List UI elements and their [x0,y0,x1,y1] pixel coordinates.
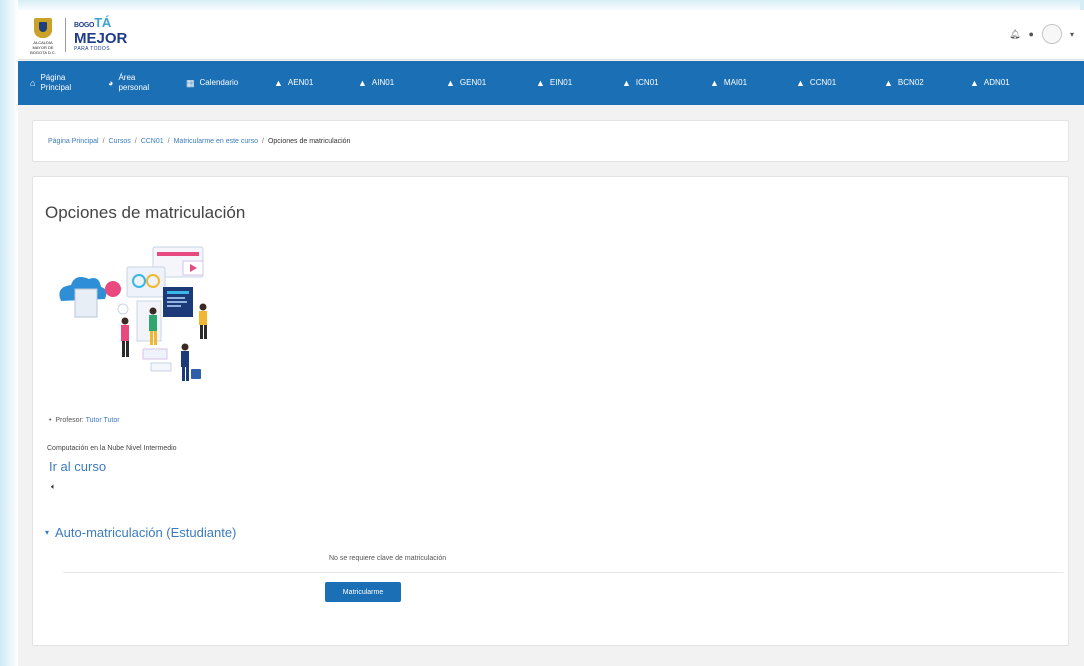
graduation-cap-icon: ▲ [710,78,719,88]
nav-item-bcn02[interactable]: ▲ BCN02 [874,78,960,88]
no-enrolment-key-text: No se requiere clave de matriculación [329,555,447,562]
course-summary: Computación en la Nube Nivel Intermedio [47,445,177,452]
logo-divider [65,18,66,52]
section-title-text: Auto-matriculación (Estudiante) [55,525,237,540]
go-to-course-link[interactable]: Ir al curso [49,459,106,474]
breadcrumb-current: Opciones de matriculación [267,137,351,145]
nav-item--rea-personal[interactable]: ◕ Área personal [98,73,176,93]
nav-label-line-1: MAI01 [723,78,748,87]
nav-item-label: Página Principal [40,73,71,93]
nav-item-label: EIN01 [550,78,572,88]
nav-item-ccn01[interactable]: ▲ CCN01 [786,78,874,88]
enrol-me-button[interactable]: Matricularme [325,582,401,602]
breadcrumb-separator: / [102,137,105,145]
nav-label-line-1: Calendario [199,78,239,87]
breadcrumb-item-enrol[interactable]: Matricularme en este curso [174,138,258,145]
nav-item-label: Calendario [200,78,239,88]
page-title: Opciones de matriculación [45,203,246,222]
frame-left [0,0,18,666]
nav-item-aen01[interactable]: ▲ AEN01 [264,78,348,88]
avatar[interactable] [1041,24,1062,44]
crest-text: ALCALDIA MAYOR DE BOGOTA D.C. [30,40,56,55]
graduation-cap-icon: ▲ [970,78,979,88]
graduation-cap-icon: ▲ [536,78,545,88]
nav-item-gen01[interactable]: ▲ GEN01 [436,78,526,88]
teacher-info: • Profesor: Tutor Tutor [49,417,120,424]
speaker-icon[interactable]: 🔈︎ [51,482,56,492]
crest-shield-icon [34,18,52,38]
self-enrolment-section-header[interactable]: ▾ Auto-matriculación (Estudiante) [45,525,236,540]
nav-item-adn01[interactable]: ▲ ADN01 [960,78,1044,88]
list-bullet: • [49,417,54,424]
nav-item-ain01[interactable]: ▲ AIN01 [348,78,436,88]
nav-label-line-1: BCN02 [897,78,924,87]
breadcrumb-item-home[interactable]: Página Principal [48,138,99,145]
nav-label-line-1: Área [118,73,136,82]
nav-item-label: Área personal [118,73,149,93]
chevron-down-icon[interactable]: ▾ [1070,30,1074,39]
city-crest-logo[interactable]: ALCALDIA MAYOR DE BOGOTA D.C. [28,18,58,55]
nav-item-label: AEN01 [288,78,313,88]
nav-item-mai01[interactable]: ▲ MAI01 [700,78,786,88]
nav-label-line-1: CCN01 [809,78,837,87]
primary-navbar: ⌂ Página Principal ◕ Área personal ▦ Calendario… [18,61,1084,105]
nav-item-p-gina-principal[interactable]: ⌂ Página Principal [18,73,98,93]
graduation-cap-icon: ▲ [358,78,367,88]
chat-bubble-icon[interactable]: ● [1029,29,1034,39]
graduation-cap-icon: ▲ [446,78,455,88]
graduation-cap-icon: ▲ [622,78,631,88]
brand-prefix: BOGO [74,22,95,29]
brand-logo[interactable]: BOGOTÁ MEJOR PARA TODOS [74,16,154,56]
header-user-area: 🔔︎ ● ▾ [1009,22,1074,46]
nav-label-line-1: ADN01 [983,78,1010,87]
nav-item-calendario[interactable]: ▦ Calendario [176,78,264,88]
chevron-down-icon: ▾ [45,528,50,537]
breadcrumb-item-course[interactable]: CCN01 [141,138,164,145]
nav-item-label: ICN01 [636,78,659,88]
breadcrumb-separator: / [134,137,137,145]
bell-icon[interactable]: 🔔︎ [1009,29,1020,40]
nav-item-label: BCN02 [898,78,924,88]
nav-item-label: GEN01 [460,78,486,88]
breadcrumb-separator: / [262,137,264,145]
course-illustration-image [59,246,207,381]
nav-item-label: CCN01 [810,78,836,88]
dashboard-icon: ◕ [108,78,114,88]
nav-item-icn01[interactable]: ▲ ICN01 [612,78,700,88]
nav-item-label: MAI01 [724,78,747,88]
brand-accent: TÁ [94,15,111,30]
nav-label-line-1: EIN01 [549,78,573,87]
graduation-cap-icon: ▲ [274,78,283,88]
graduation-cap-icon: ▲ [796,78,805,88]
nav-item-label: AIN01 [372,78,394,88]
breadcrumb-item-courses[interactable]: Cursos [109,138,131,145]
nav-item-label: ADN01 [984,78,1010,88]
nav-label-line-2: Principal [40,83,72,92]
brand-line-2: MEJOR [74,30,128,47]
graduation-cap-icon: ▲ [884,78,893,88]
breadcrumb-separator: / [167,137,170,145]
nav-label-line-1: GEN01 [459,78,487,87]
nav-label-line-1: Página [40,73,66,82]
app-window: ALCALDIA MAYOR DE BOGOTA D.C. BOGOTÁ MEJ… [18,10,1084,666]
teacher-name-link[interactable]: Tutor Tutor [86,417,120,424]
nav-item-ein01[interactable]: ▲ EIN01 [526,78,612,88]
nav-label-line-1: ICN01 [635,78,659,87]
nav-label-line-2: personal [118,83,150,92]
nav-label-line-1: AEN01 [287,78,314,87]
home-icon: ⌂ [30,78,36,88]
breadcrumb: Página Principal / Cursos / CCN01 / Matr… [32,120,1069,162]
main-content-card: Opciones de matriculación • Profesor: Tu… [32,176,1069,646]
teacher-label: Profesor: [55,417,84,424]
divider [63,572,1063,573]
site-header: ALCALDIA MAYOR DE BOGOTA D.C. BOGOTÁ MEJ… [18,10,1084,60]
nav-label-line-1: AIN01 [371,78,395,87]
calendar-icon: ▦ [186,78,195,88]
